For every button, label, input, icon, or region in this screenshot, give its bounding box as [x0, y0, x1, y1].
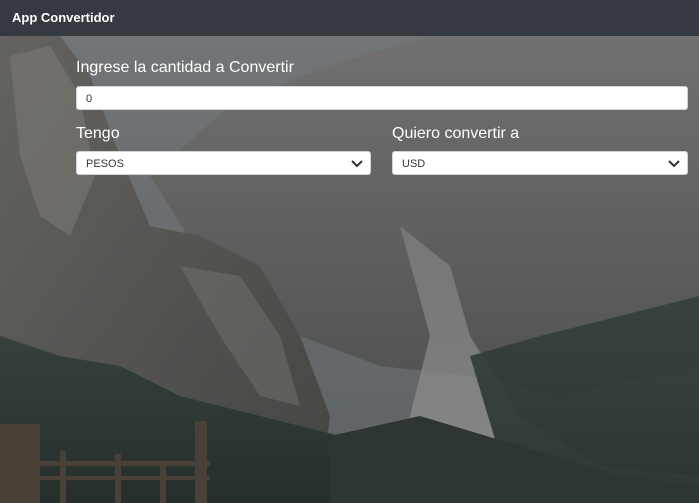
from-currency-select[interactable]: PESOS: [76, 151, 371, 175]
from-currency-label: Tengo: [76, 125, 120, 142]
chevron-down-icon: [351, 160, 363, 168]
from-currency-value: PESOS: [86, 158, 124, 170]
to-currency-select[interactable]: USD: [392, 151, 688, 175]
to-currency-value: USD: [402, 158, 426, 170]
app-title: App Convertidor: [12, 10, 115, 25]
to-currency-label: Quiero convertir a: [392, 125, 520, 142]
navbar: App Convertidor: [0, 0, 699, 36]
amount-input-value: 0: [86, 93, 93, 105]
app-window: App Convertidor Ingrese la cantidad a Co…: [0, 0, 699, 503]
chevron-down-icon: [668, 160, 680, 168]
amount-input[interactable]: 0: [76, 86, 688, 110]
amount-label: Ingrese la cantidad a Convertir: [76, 59, 294, 76]
